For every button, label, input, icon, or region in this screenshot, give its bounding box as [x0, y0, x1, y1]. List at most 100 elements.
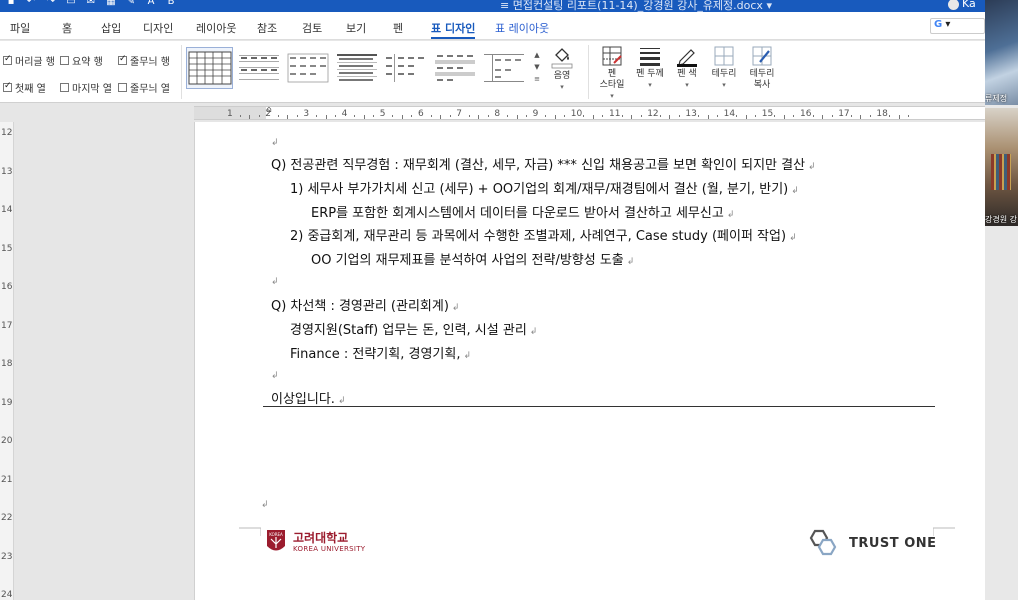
- ruler-tick: [659, 115, 661, 117]
- ruler-number: 10: [570, 109, 583, 119]
- tab-insert[interactable]: 삽입: [101, 20, 121, 36]
- paragraph-mark: ↲: [261, 500, 269, 510]
- ruler-tick: [516, 115, 518, 119]
- paragraph-mark: ↲: [271, 371, 279, 381]
- ruler-number: 1: [227, 109, 233, 119]
- tab-view[interactable]: 보기: [346, 20, 366, 36]
- vertical-ruler-number: 19: [1, 397, 13, 408]
- checkbox-unchecked[interactable]: [60, 83, 69, 92]
- table-style-plain-2[interactable]: [284, 47, 331, 89]
- ruler-tick: [478, 115, 480, 119]
- table-icon[interactable]: ▦: [104, 0, 118, 8]
- checkbox-checked[interactable]: [118, 54, 127, 65]
- ruler-tick: [755, 115, 757, 117]
- doc-line-staff[interactable]: 경영지원(Staff) 업무는 돈, 인력, 시설 관리 ↲: [290, 319, 537, 338]
- ruler-tick: [440, 115, 442, 119]
- account-button[interactable]: Ka: [948, 0, 976, 10]
- ruler-tick: [249, 115, 251, 119]
- ruler-tick: [583, 115, 585, 117]
- undo-icon[interactable]: ↶: [24, 0, 38, 8]
- doc-line-item-1-detail[interactable]: ERP를 포함한 회계시스템에서 데이터를 다운로드 받아서 결산하고 세무신고…: [311, 202, 734, 221]
- shading-button[interactable]: 음영 ▾: [547, 45, 577, 93]
- table-style-plain-3[interactable]: [333, 47, 380, 89]
- redo-icon[interactable]: ↷: [44, 0, 58, 8]
- checkbox-checked[interactable]: [3, 81, 12, 92]
- chevron-down-icon: ▾: [560, 83, 564, 91]
- pen-style-button[interactable]: 펜 스타일 ▾: [597, 45, 627, 102]
- table-style-plain-5[interactable]: [431, 47, 478, 89]
- tab-design[interactable]: 디자인: [143, 20, 173, 36]
- gallery-more-icon[interactable]: ≡: [532, 73, 542, 85]
- crop-mark-icon: [239, 527, 261, 536]
- borders-button[interactable]: 테두리 ▾: [708, 45, 740, 91]
- checkbox-unchecked[interactable]: [60, 56, 69, 65]
- mail-icon[interactable]: ✉: [84, 0, 98, 8]
- pen-weight-button[interactable]: 펜 두께 ▾: [633, 45, 667, 91]
- header-row-checkbox[interactable]: 머리글 행: [3, 53, 55, 68]
- ruler-tick: [315, 115, 317, 117]
- chevron-down-icon[interactable]: ▼: [532, 61, 542, 73]
- bold-icon[interactable]: B: [164, 0, 178, 8]
- checkbox-unchecked[interactable]: [118, 83, 127, 92]
- ruler-tick: [707, 115, 709, 119]
- table-style-plain-4[interactable]: [382, 47, 429, 89]
- highlight-icon[interactable]: ✎: [124, 0, 138, 8]
- doc-line-q2[interactable]: Q) 차선책 : 경영관리 (관리회계) ↲: [271, 295, 459, 314]
- pen-color-button[interactable]: 펜 색 ▾: [673, 45, 701, 91]
- ruler-tick: [392, 115, 394, 117]
- tab-file[interactable]: 파일: [10, 20, 30, 36]
- ruler-tick: [411, 115, 413, 117]
- doc-line-finance[interactable]: Finance : 전략기획, 경영기획, ↲: [290, 343, 471, 362]
- ruler-tick: [736, 115, 738, 117]
- doc-line-item-2-detail[interactable]: OO 기업의 재무제표를 분석하여 사업의 전략/방향성 도출 ↲: [311, 249, 634, 268]
- search-box[interactable]: G ▾: [930, 18, 985, 34]
- banded-rows-checkbox[interactable]: 줄무늬 행: [118, 53, 170, 68]
- doc-line-item-2[interactable]: 2) 중급회계, 재무관리 등 과목에서 수행한 조별과제, 사례연구, Cas…: [290, 225, 797, 244]
- doc-line-closing[interactable]: 이상입니다. ↲: [271, 388, 345, 407]
- document-page[interactable]: ↲ Q) 전공관련 직무경험 : 재무회계 (결산, 세무, 자금) *** 신…: [194, 122, 985, 600]
- vertical-ruler-number: 14: [1, 205, 13, 215]
- video-tile-1[interactable]: 류제정: [985, 0, 1018, 105]
- ruler-tick: [545, 115, 547, 117]
- total-row-checkbox[interactable]: 요약 행: [60, 53, 103, 68]
- first-column-checkbox[interactable]: 첫째 열: [3, 80, 46, 95]
- tab-table-layout[interactable]: 표 레이아웃: [495, 20, 549, 36]
- chevron-up-icon[interactable]: ▲: [532, 49, 542, 61]
- ruler-tick: [621, 115, 623, 117]
- horizontal-ruler[interactable]: 1 2 3 4 5 6 7 8 9 10 11 12 13 14 15 16 17 18 ⌂: [0, 104, 985, 122]
- tab-references[interactable]: 참조: [257, 20, 277, 36]
- gallery-scroll[interactable]: ▲ ▼ ≡: [532, 49, 542, 89]
- save-icon[interactable]: ▪: [4, 0, 18, 8]
- tab-layout[interactable]: 레이아웃: [196, 20, 236, 36]
- ruler-tick: [850, 115, 852, 117]
- banded-columns-checkbox[interactable]: 줄무늬 열: [118, 80, 170, 95]
- document-title[interactable]: ≡ 면접컨설팅 리포트(11-14)_강경원 강사_유제정.docx ▾: [500, 0, 772, 12]
- video-tile-2[interactable]: 강경원 강: [985, 108, 1018, 226]
- indent-marker-icon[interactable]: ⌂: [266, 105, 272, 115]
- ruler-number: 14: [723, 109, 736, 119]
- checkbox-checked[interactable]: [3, 54, 12, 65]
- table-style-grid[interactable]: [186, 47, 233, 89]
- border-painter-icon: [752, 46, 772, 66]
- ruler-number: 9: [532, 109, 539, 119]
- print-icon[interactable]: ▭: [64, 0, 78, 8]
- doc-line-q1[interactable]: Q) 전공관련 직무경험 : 재무회계 (결산, 세무, 자금) *** 신입 …: [271, 154, 816, 173]
- table-style-plain-6[interactable]: [480, 47, 527, 89]
- tab-table-design[interactable]: 표 디자인: [431, 20, 476, 39]
- tab-home[interactable]: 홈: [62, 20, 72, 36]
- ruler-tick: [888, 115, 890, 117]
- tab-review[interactable]: 검토: [302, 20, 322, 36]
- table-style-plain-1[interactable]: [235, 47, 282, 89]
- tab-pen[interactable]: 펜: [393, 20, 403, 36]
- last-column-checkbox[interactable]: 마지막 열: [60, 80, 112, 95]
- borders-icon: [714, 46, 734, 66]
- video-call-strip: 류제정 강경원 강: [985, 0, 1018, 600]
- paint-bucket-icon: [551, 48, 573, 69]
- chevron-down-icon: ▾: [942, 19, 951, 30]
- border-painter-button[interactable]: 테두리 복사: [745, 45, 779, 91]
- ruler-tick: [449, 115, 451, 117]
- doc-line-item-1[interactable]: 1) 세무사 부가가치세 신고 (세무) + OO기업의 회계/재무/재경팀에서…: [290, 178, 799, 197]
- ruler-tick: [822, 115, 824, 119]
- vertical-ruler[interactable]: 12 13 14 15 16 17 18 19 20 21 22 23 24: [0, 122, 14, 600]
- font-color-icon[interactable]: A: [144, 0, 158, 8]
